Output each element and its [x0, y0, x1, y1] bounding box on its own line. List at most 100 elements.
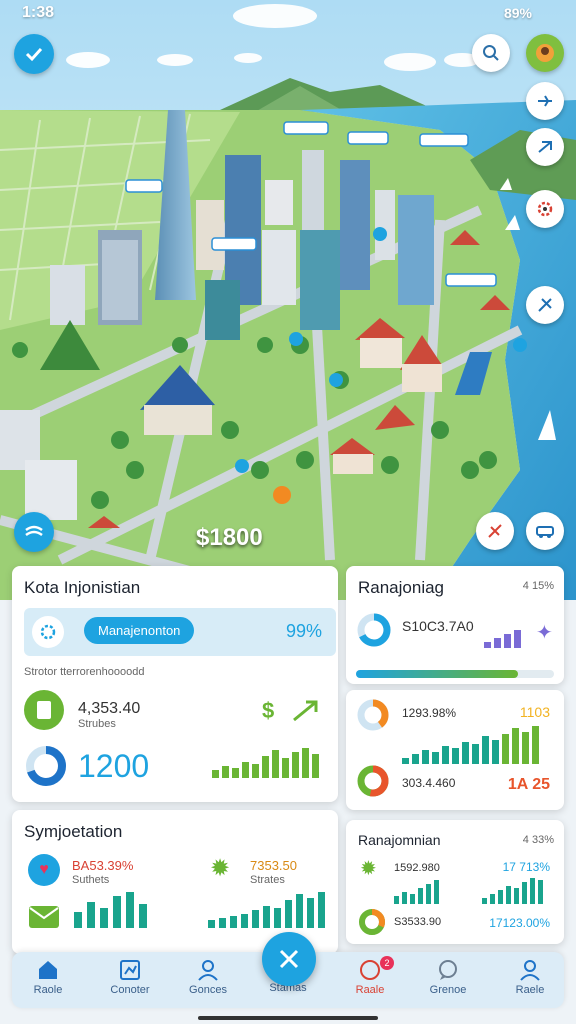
section-subtitle: Strotor tterrorenhoooodd — [24, 666, 145, 678]
trend-arrow-icon — [292, 698, 320, 727]
close-icon — [279, 949, 299, 969]
check-icon — [25, 47, 43, 62]
stat-caption: Strubes — [78, 718, 116, 730]
city-icon — [32, 616, 64, 648]
user-icon — [520, 960, 540, 981]
sim-value-b: 7353.50 — [250, 858, 297, 873]
sim-caption-b: Strates — [250, 874, 285, 886]
ranking-progress-fill — [356, 670, 519, 678]
vehicle-icon — [536, 526, 554, 538]
nav-home[interactable]: Raole — [18, 958, 78, 996]
ranking-detail-title: Ranajomnian — [358, 832, 441, 848]
detail-gear-icon: ✹ — [360, 858, 377, 880]
chat-icon — [439, 960, 457, 980]
mini-bar-chart — [212, 742, 319, 778]
confirm-button[interactable] — [14, 34, 54, 74]
growth-card: 1293.98% 1103 303.4.460 1A 25 — [346, 690, 564, 810]
detail-badge-b: 17123.00% — [489, 916, 550, 930]
ranking-title: Ranajoniag — [358, 578, 445, 597]
plane-icon — [538, 95, 552, 107]
notification-badge: 2 — [380, 956, 394, 970]
heart-icon: ♥ — [28, 854, 60, 886]
nav-groups[interactable]: Grenoe — [418, 958, 478, 996]
stat-value: 4,353.40 — [78, 700, 141, 717]
map-price-label: $1800 — [196, 524, 263, 551]
ranking-detail-card: Ranajomnian 4 33% ✹ 1592.980 17 713% S35… — [346, 820, 564, 944]
nav-groups-label: Grenoe — [429, 984, 467, 996]
ranking-detail-badge: 4 33% — [522, 834, 554, 846]
avatar-icon — [536, 44, 554, 62]
city-overview-card: Kota Injonistian Manajenonton 99% Stroto… — [12, 566, 338, 802]
route-icon — [538, 141, 552, 153]
profile-button[interactable] — [526, 34, 564, 72]
city-title: Kota Injonistian — [24, 578, 141, 597]
management-percent: 99% — [285, 621, 322, 641]
nav-roles[interactable]: Raale 2 — [340, 956, 400, 996]
plane-button[interactable] — [526, 82, 564, 120]
growth-bars — [402, 726, 539, 764]
ranking-stat: S10C3.7A0 — [402, 618, 474, 634]
route-button[interactable] — [526, 128, 564, 166]
layers-icon — [25, 525, 43, 537]
tools-icon — [488, 524, 502, 538]
layers-button[interactable] — [14, 512, 54, 552]
notification-icon — [360, 960, 380, 980]
simulation-title: Symjoetation — [24, 822, 123, 841]
tools-button[interactable] — [476, 512, 514, 550]
detail-badge-a: 17 713% — [502, 860, 550, 874]
sim-caption-a: Suthets — [72, 874, 110, 886]
growth-donut-b — [356, 764, 390, 803]
donut-chart — [24, 744, 68, 793]
search-icon — [483, 45, 499, 61]
sim-bars-b — [208, 892, 325, 928]
sim-bars-a — [74, 892, 147, 928]
settings-button[interactable] — [526, 190, 564, 228]
status-bar: 1:38 89% — [0, 0, 576, 28]
sim-gear-icon: ✹ — [210, 855, 231, 882]
chart-icon — [120, 960, 140, 980]
status-time: 1:38 — [22, 4, 55, 21]
management-row[interactable]: Manajenonton 99% — [24, 608, 336, 656]
document-icon — [24, 690, 64, 730]
nav-forces[interactable]: Gonces — [178, 958, 238, 996]
growth-badge-b: 1A 25 — [507, 776, 550, 793]
detail-bars-a — [394, 878, 439, 904]
big-value: 1200 — [78, 748, 150, 784]
ranking-badge: 4 15% — [522, 580, 554, 592]
growth-badge-a: 1103 — [519, 704, 550, 720]
ranking-donut — [356, 612, 392, 653]
management-button[interactable]: Manajenonton — [84, 617, 195, 644]
search-button[interactable] — [472, 34, 510, 72]
vehicle-button[interactable] — [526, 512, 564, 550]
ranking-card: Ranajoniag 4 15% S10C3.7A0 ✦ — [346, 566, 564, 684]
growth-value-b: 303.4.460 — [402, 776, 456, 790]
ranking-bars — [484, 622, 521, 648]
money-icon: $ — [262, 698, 275, 723]
detail-value-b: S3533.90 — [394, 916, 442, 928]
nav-roles-label: Raale — [355, 984, 385, 996]
home-icon — [39, 961, 57, 979]
people-icon — [198, 960, 218, 981]
detail-bars-b — [482, 878, 543, 904]
gear-icon — [537, 201, 553, 217]
transport-icon — [538, 298, 552, 312]
sim-value-a: BA53.39% — [72, 858, 134, 873]
nav-profile-label: Raele — [515, 984, 545, 996]
star-icon: ✦ — [536, 622, 553, 644]
ranking-progress — [356, 670, 554, 678]
battery-level: 89% — [503, 5, 532, 21]
transport-button[interactable] — [526, 286, 564, 324]
growth-value-a: 1293.98% — [402, 706, 457, 720]
home-indicator — [198, 1016, 378, 1020]
detail-donut — [358, 908, 386, 941]
close-fab[interactable] — [262, 932, 316, 986]
nav-home-label: Raole — [33, 984, 63, 996]
detail-value-a: 1592.980 — [394, 862, 440, 874]
nav-profile[interactable]: Raele — [500, 958, 560, 996]
nav-counter[interactable]: Conoter — [100, 958, 160, 996]
growth-donut — [356, 698, 390, 737]
mail-icon — [28, 902, 60, 930]
city-map[interactable] — [0, 0, 576, 600]
nav-forces-label: Gonces — [189, 984, 227, 996]
nav-counter-label: Conoter — [110, 984, 150, 996]
